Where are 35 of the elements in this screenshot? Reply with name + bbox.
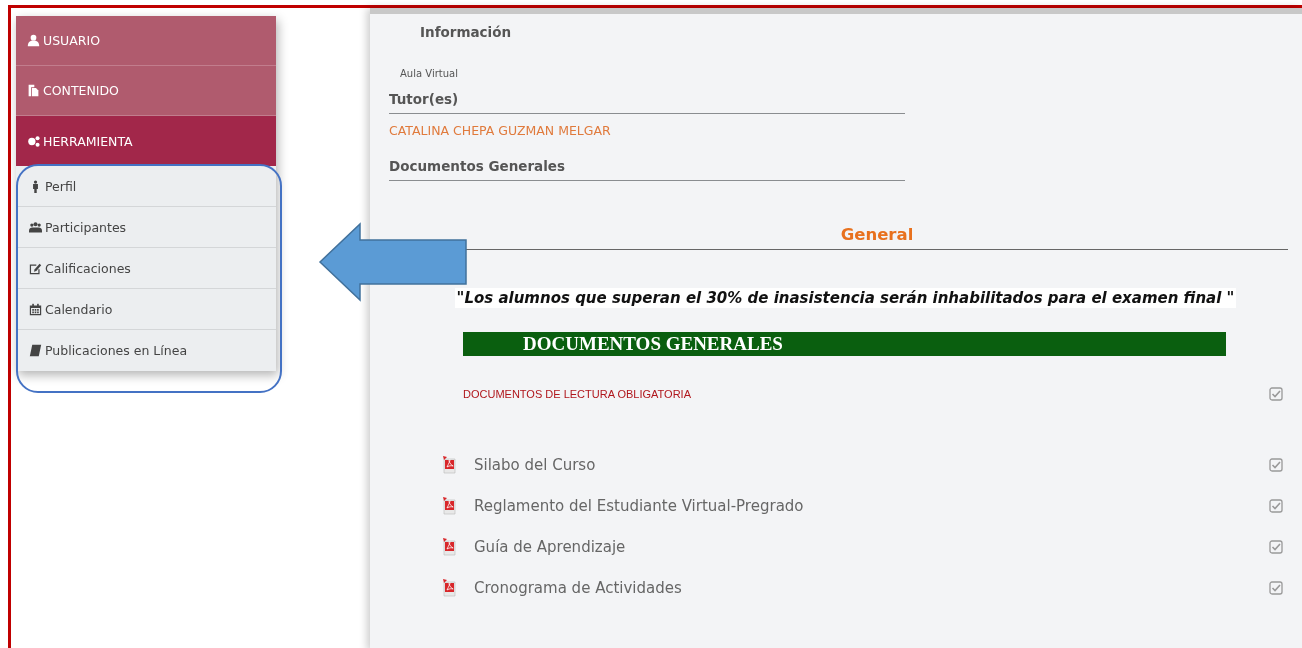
section-title: General bbox=[840, 225, 914, 244]
section-heading: Información bbox=[419, 23, 513, 42]
submenu-item[interactable]: Publicaciones en Línea bbox=[16, 330, 276, 371]
document-link[interactable]: Cronograma de Actividades bbox=[474, 578, 1269, 597]
submenu-item[interactable]: Perfil bbox=[16, 166, 276, 207]
nav-item[interactable]: CONTENIDO bbox=[16, 66, 276, 116]
document-link[interactable]: Reglamento del Estudiante Virtual-Pregrado bbox=[474, 496, 1269, 515]
document-link[interactable]: Guía de Aprendizaje bbox=[474, 537, 1269, 556]
pdf-icon bbox=[442, 496, 458, 515]
group-title[interactable]: DOCUMENTOS DE LECTURA OBLIGATORIA bbox=[463, 388, 691, 400]
user-icon bbox=[27, 34, 40, 47]
checkbox[interactable] bbox=[1269, 457, 1283, 472]
submenu-item[interactable]: Calificaciones bbox=[16, 248, 276, 289]
users-icon bbox=[29, 220, 42, 234]
checkbox[interactable] bbox=[1269, 580, 1283, 595]
submenu-item[interactable]: Participantes bbox=[16, 207, 276, 248]
calendar-icon bbox=[29, 302, 42, 316]
pdf-icon bbox=[442, 537, 458, 556]
nav-item[interactable]: HERRAMIENTA bbox=[16, 116, 276, 166]
course-type: Aula Virtual bbox=[399, 67, 459, 79]
tutor-name: CATALINA CHEPA GUZMAN MELGAR bbox=[389, 122, 612, 140]
field-label: Documentos Generales bbox=[389, 146, 905, 181]
edit-icon bbox=[29, 261, 42, 275]
field-label: Tutor(es) bbox=[389, 79, 905, 114]
notice-text: "Los alumnos que superan el 30% de inasistencia serán inhabilitados para el examen final " bbox=[454, 288, 1237, 308]
checkbox[interactable] bbox=[1269, 498, 1283, 513]
checkbox[interactable] bbox=[1269, 539, 1283, 554]
document-link[interactable]: Silabo del Curso bbox=[474, 455, 1269, 474]
checkbox[interactable] bbox=[1269, 387, 1283, 401]
pdf-icon bbox=[442, 578, 458, 597]
nav-item[interactable]: USUARIO bbox=[16, 16, 276, 66]
pdf-icon bbox=[442, 455, 458, 474]
files-icon bbox=[27, 84, 40, 97]
documents-banner: DOCUMENTOS GENERALES bbox=[463, 332, 1226, 356]
submenu-item[interactable]: Calendario bbox=[16, 289, 276, 330]
